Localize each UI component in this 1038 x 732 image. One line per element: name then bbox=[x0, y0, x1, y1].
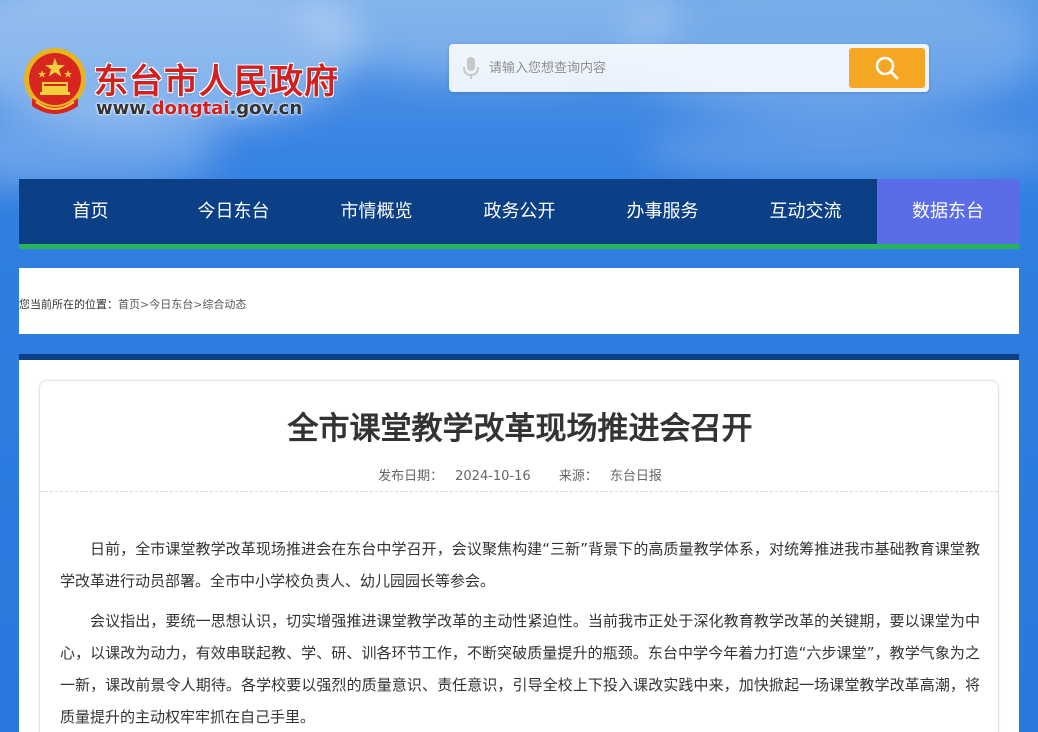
nav-item-today-dongtai[interactable]: 今日东台 bbox=[162, 179, 305, 244]
source-value: 东台日报 bbox=[609, 469, 662, 484]
site-header: 东台市人民政府 www.dongtai.gov.cn bbox=[0, 0, 1038, 178]
site-name[interactable]: 东台市人民政府 bbox=[94, 54, 339, 103]
content-area: 全市课堂教学改革现场推进会召开 发布日期： 2024-10-16 来源： 东台日报 … bbox=[19, 354, 1019, 732]
url-suffix: .gov.cn bbox=[229, 98, 303, 119]
source-label: 来源： bbox=[558, 469, 598, 484]
nav-item-services[interactable]: 办事服务 bbox=[591, 179, 734, 244]
breadcrumb: 您当前所在的位置：首页>今日东台>综合动态 bbox=[19, 296, 246, 312]
breadcrumb-general-news[interactable]: 综合动态 bbox=[202, 298, 246, 311]
search-box bbox=[449, 44, 929, 92]
breadcrumb-home[interactable]: 首页 bbox=[118, 298, 140, 311]
breadcrumb-bar: 您当前所在的位置：首页>今日东台>综合动态 bbox=[19, 268, 1019, 334]
site-url[interactable]: www.dongtai.gov.cn bbox=[96, 98, 302, 119]
nav-item-interaction[interactable]: 互动交流 bbox=[734, 179, 877, 244]
nav-item-city-overview[interactable]: 市情概览 bbox=[305, 179, 448, 244]
publish-date: 发布日期： 2024-10-16 bbox=[372, 469, 537, 484]
nav-item-government-affairs[interactable]: 政务公开 bbox=[448, 179, 591, 244]
article-title: 全市课堂教学改革现场推进会召开 bbox=[287, 411, 753, 447]
nav-item-home[interactable]: 首页 bbox=[19, 179, 162, 244]
breadcrumb-separator: > bbox=[140, 298, 150, 311]
publish-date-value: 2024-10-16 bbox=[455, 469, 531, 484]
breadcrumb-prefix: 您当前所在的位置： bbox=[19, 298, 118, 311]
article-paragraph: 会议指出，要统一思想认识，切实增强推进课堂教学改革的主动性紧迫性。当前我市正处于… bbox=[60, 612, 980, 726]
main-nav: 首页 今日东台 市情概览 政务公开 办事服务 互动交流 数据东台 bbox=[19, 179, 1019, 249]
publish-date-label: 发布日期： bbox=[378, 469, 444, 484]
article-paragraph: 日前，全市课堂教学改革现场推进会在东台中学召开，会议聚焦构建“三新”背景下的高质… bbox=[60, 540, 980, 590]
article-body: 日前，全市课堂教学改革现场推进会在东台中学召开，会议聚焦构建“三新”背景下的高质… bbox=[60, 533, 980, 732]
article-meta: 发布日期： 2024-10-16 来源： 东台日报 bbox=[40, 465, 1000, 484]
article-source: 来源： 东台日报 bbox=[553, 469, 668, 484]
search-icon bbox=[875, 56, 899, 80]
url-highlight: dongtai bbox=[151, 98, 230, 119]
national-emblem-icon[interactable] bbox=[22, 46, 88, 120]
microphone-icon[interactable] bbox=[461, 55, 481, 81]
breadcrumb-today-dongtai[interactable]: 今日东台 bbox=[149, 298, 193, 311]
article-card: 全市课堂教学改革现场推进会召开 发布日期： 2024-10-16 来源： 东台日报 … bbox=[39, 380, 999, 732]
search-button[interactable] bbox=[849, 48, 925, 88]
url-prefix: www. bbox=[96, 98, 152, 119]
search-input[interactable] bbox=[489, 54, 839, 82]
nav-item-data-dongtai[interactable]: 数据东台 bbox=[877, 179, 1019, 244]
title-divider bbox=[40, 491, 998, 492]
